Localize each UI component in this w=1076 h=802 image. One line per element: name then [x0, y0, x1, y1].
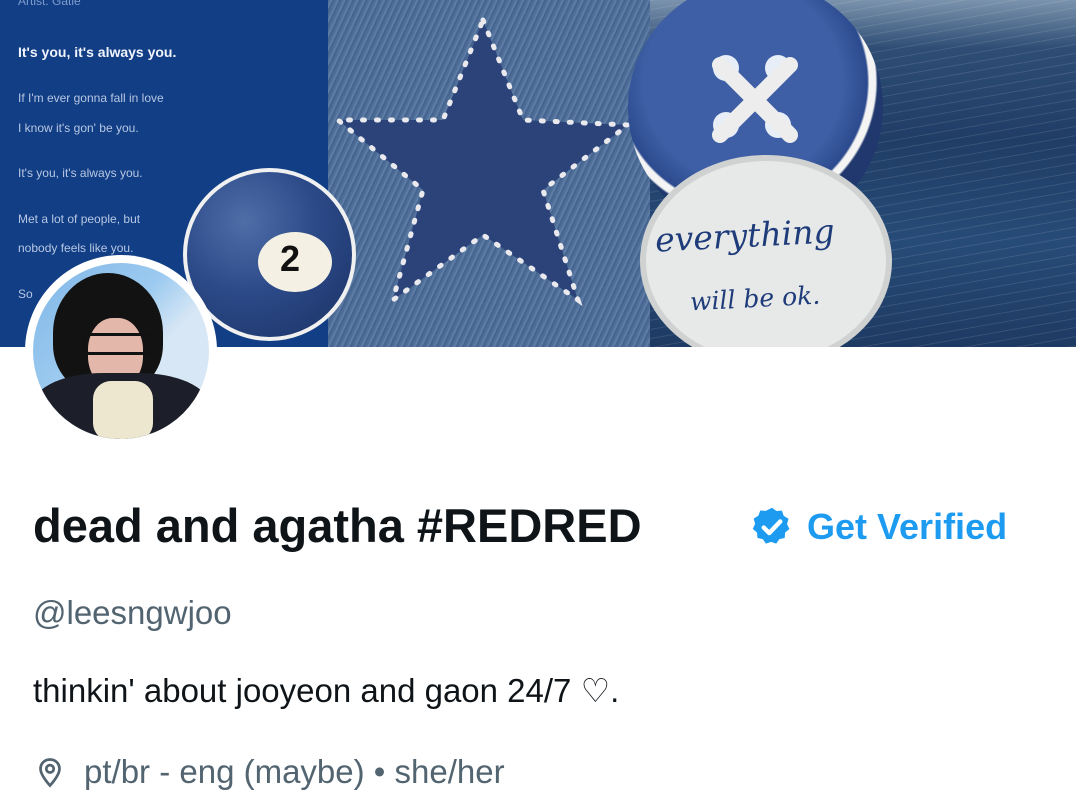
- avatar-photo: [33, 263, 209, 439]
- billiard-number: 2: [280, 238, 301, 279]
- banner-denim-panel: [328, 0, 650, 347]
- location-pin-icon: [39, 758, 61, 788]
- verified-badge-icon[interactable]: [750, 505, 794, 549]
- lyric-line: It's you, it's always you.: [18, 44, 177, 60]
- lyric-line: nobody feels like you.: [18, 241, 134, 255]
- lyric-line: It's you, it's always you.: [18, 166, 143, 180]
- profile-location: pt/br - eng (maybe) • she/her: [84, 753, 505, 790]
- lyric-line: I know it's gon' be you.: [18, 121, 139, 135]
- lyric-line: If I'm ever gonna fall in love: [18, 91, 164, 105]
- profile-avatar[interactable]: [25, 255, 217, 447]
- get-verified-link[interactable]: Get Verified: [807, 506, 1007, 548]
- display-name: dead and agatha #REDRED: [33, 499, 642, 552]
- thread-cross-icon: [712, 57, 798, 143]
- lyric-line: So: [18, 287, 33, 301]
- denim-star-icon: [331, 13, 635, 307]
- profile-bio: thinkin' about jooyeon and gaon 24/7 ♡.: [33, 672, 620, 709]
- lyric-line: Met a lot of people, but: [18, 212, 141, 226]
- user-handle: @leesngwjoo: [33, 594, 232, 631]
- lyrics-artist: Artist: Gatie: [18, 0, 81, 8]
